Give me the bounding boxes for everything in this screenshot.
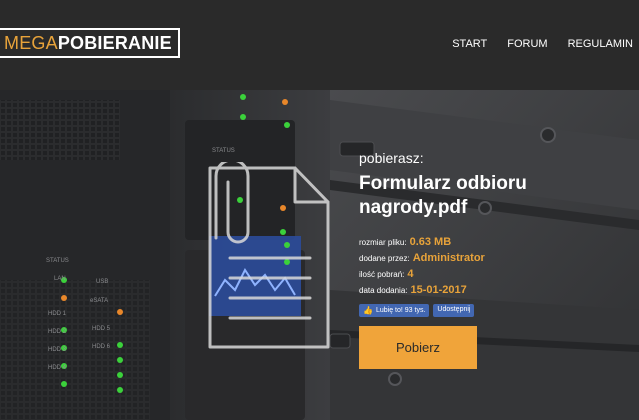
label-hdd-5: HDD 5 [92, 326, 111, 332]
label-hdd-1: HDD 1 [48, 311, 67, 317]
meta-label-size: rozmiar pliku: [359, 238, 407, 247]
meta-value-date: 15-01-2017 [410, 284, 467, 296]
nav-forum[interactable]: FORUM [507, 38, 547, 50]
label-esata: eSATA [90, 298, 108, 304]
meta-value-size: 0.63 MB [409, 236, 452, 248]
label-status: STATUS [212, 148, 235, 154]
file-meta: rozmiar pliku: 0.63 MB dodane przez: Adm… [359, 236, 629, 300]
meta-value-downloads: 4 [407, 268, 414, 280]
file-info-panel: pobierasz: Formularz odbioru nagrody.pdf… [359, 150, 629, 369]
label-hdd-3: HDD 3 [48, 347, 67, 353]
label-usb: USB [96, 279, 108, 285]
downloading-label: pobierasz: [359, 150, 424, 166]
thumbs-up-icon: 👍 [363, 306, 373, 315]
facebook-share-button[interactable]: Udostępnij [433, 304, 475, 317]
meta-row-author: dodane przez: Administrator [359, 252, 629, 268]
meta-label-date: data dodania: [359, 286, 408, 295]
meta-row-size: rozmiar pliku: 0.63 MB [359, 236, 629, 252]
label-hdd-6: HDD 6 [92, 344, 111, 350]
nav-start[interactable]: START [452, 38, 487, 50]
label-hdd-2: HDD 2 [48, 329, 67, 335]
facebook-widgets: 👍 Lubię to! 93 tys. Udostępnij [359, 304, 629, 317]
label-hdd-4: HDD 4 [48, 365, 67, 371]
site-header: MEGA POBIERANIE START FORUM REGULAMIN [0, 0, 639, 90]
label-lan: LAN [54, 276, 66, 282]
document-file-icon [208, 162, 330, 349]
meta-value-author: Administrator [412, 252, 485, 264]
download-button[interactable]: Pobierz [359, 326, 477, 369]
meta-label-downloads: ilość pobrań: [359, 270, 405, 279]
site-logo[interactable]: MEGA POBIERANIE [0, 28, 180, 58]
facebook-like-label: Lubię to! 93 tys. [375, 307, 426, 314]
meta-row-downloads: ilość pobrań: 4 [359, 268, 629, 284]
meta-row-date: data dodania: 15-01-2017 [359, 284, 629, 300]
logo-text-mega: MEGA [4, 32, 58, 53]
facebook-like-button[interactable]: 👍 Lubię to! 93 tys. [359, 304, 430, 317]
file-title: Formularz odbioru nagrody.pdf [359, 173, 527, 218]
label-status-2: STATUS [46, 258, 69, 264]
nav-regulamin[interactable]: REGULAMIN [568, 38, 633, 50]
main-nav: START FORUM REGULAMIN [452, 38, 639, 50]
logo-text-pobieranie: POBIERANIE [57, 32, 172, 53]
meta-label-author: dodane przez: [359, 254, 410, 263]
